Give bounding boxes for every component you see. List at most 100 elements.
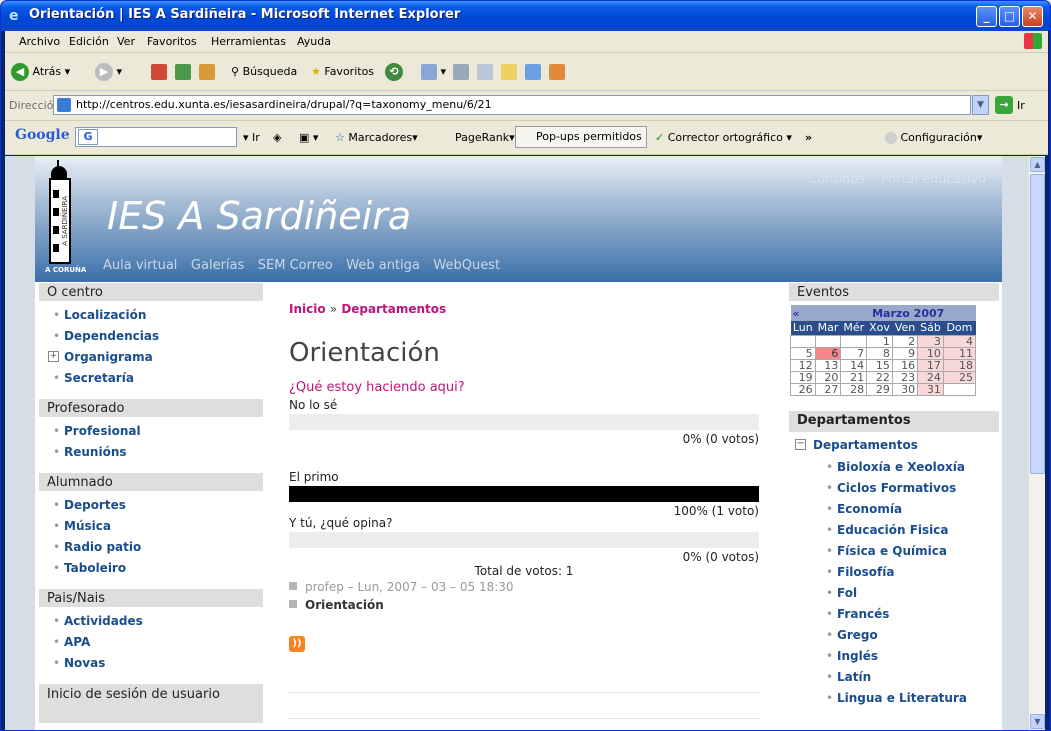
more-tools-button[interactable]: »	[805, 131, 812, 144]
go-arrow-icon[interactable]: →	[995, 96, 1013, 114]
collapse-minus-icon[interactable]: −	[795, 438, 806, 450]
menu-item-novas[interactable]: • Novas	[39, 654, 263, 675]
link-web-antiga[interactable]: Web antiga	[346, 258, 420, 273]
vertical-scrollbar[interactable]: ▲ ▼	[1028, 156, 1045, 730]
department-link[interactable]: • Grego	[789, 626, 999, 647]
calendar-day[interactable]: 5	[790, 346, 816, 360]
calendar-day[interactable]: 11	[942, 346, 977, 360]
messenger-button[interactable]	[525, 63, 541, 83]
back-button[interactable]: ◀ Atrás ▾	[11, 63, 70, 83]
department-link[interactable]: • Latín	[789, 668, 999, 689]
calendar-day[interactable]: 18	[942, 358, 977, 372]
calendar-day[interactable]: 3	[917, 334, 944, 348]
expand-plus-icon[interactable]: +	[48, 351, 59, 362]
settings-button[interactable]: Configuración▾	[885, 131, 982, 144]
stop-button[interactable]	[151, 63, 167, 83]
rss-feed-icon[interactable]: ))	[289, 636, 305, 652]
print-button[interactable]	[453, 63, 469, 83]
go-button[interactable]: Ir	[1017, 99, 1025, 112]
calendar-day[interactable]: 26	[790, 382, 816, 396]
calendar-day[interactable]: 15	[866, 358, 893, 372]
calendar-day[interactable]: 25	[942, 370, 977, 384]
minimize-button[interactable]: _	[976, 6, 997, 27]
search-button[interactable]: ⚲ Búsqueda	[231, 63, 297, 83]
link-aula-virtual[interactable]: Aula virtual	[103, 258, 177, 273]
department-link[interactable]: • Educación Fisica	[789, 521, 999, 542]
link-sem-correo[interactable]: SEM Correo	[258, 258, 333, 273]
menu-item-deportes[interactable]: • Deportes	[39, 496, 263, 517]
close-button[interactable]: ✕	[1022, 6, 1043, 27]
calendar-day[interactable]: 27	[814, 382, 842, 396]
calendar-day[interactable]: 10	[917, 346, 944, 360]
google-search-input[interactable]: G	[75, 127, 237, 147]
calendar-day[interactable]: 12	[790, 358, 816, 372]
department-link[interactable]: • Francés	[789, 605, 999, 626]
calendar-day[interactable]: 23	[891, 370, 919, 384]
menu-item-dependencias[interactable]: • Dependencias	[39, 327, 263, 348]
menu-item-organigrama[interactable]: + Organigrama	[39, 348, 263, 369]
menu-edicion[interactable]: Edición	[69, 35, 109, 48]
link-portal-educativo[interactable]: Portal educativo	[881, 172, 986, 187]
mail-button[interactable]: ▾	[421, 63, 446, 83]
google-news-icon[interactable]: ◈	[273, 131, 281, 144]
menu-item-profesional[interactable]: • Profesional	[39, 422, 263, 443]
calendar-day[interactable]: 9	[891, 346, 919, 360]
calendar-day[interactable]: 29	[866, 382, 893, 396]
menu-item-taboleiro[interactable]: • Taboleiro	[39, 559, 263, 580]
google-pagerank-icon[interactable]: ▣ ▾	[299, 131, 318, 144]
department-link[interactable]: • Ciclos Formativos	[789, 479, 999, 500]
school-logo[interactable]: A SARDIÑEIRA	[47, 160, 77, 272]
menu-favoritos[interactable]: Favoritos	[147, 35, 197, 48]
home-button[interactable]	[199, 63, 215, 83]
favorites-button[interactable]: ★ Favoritos	[311, 63, 374, 83]
site-name[interactable]: IES A Sardiñeira	[107, 194, 411, 238]
calendar-day[interactable]: 30	[891, 382, 919, 396]
link-webquest[interactable]: WebQuest	[433, 258, 500, 273]
menu-item-actividades[interactable]: • Actividades	[39, 612, 263, 633]
link-contidos[interactable]: Contidos	[808, 172, 865, 187]
maximize-button[interactable]: □	[999, 6, 1020, 27]
calendar-day[interactable]: 20	[814, 370, 842, 384]
department-link[interactable]: • Filosofía	[789, 563, 999, 584]
breadcrumb-departamentos[interactable]: Departamentos	[341, 302, 446, 316]
departments-root[interactable]: − Departamentos	[789, 436, 999, 458]
refresh-button[interactable]	[175, 63, 191, 83]
calendar-day[interactable]: 16	[891, 358, 919, 372]
menu-item-musica[interactable]: • Música	[39, 517, 263, 538]
forward-button[interactable]: ▶ ▾	[95, 63, 122, 83]
address-input[interactable]: http://centros.edu.xunta.es/iesasardinei…	[53, 95, 971, 115]
history-button[interactable]: ⟲	[385, 63, 403, 83]
menu-item-secretaria[interactable]: • Secretaría	[39, 369, 263, 390]
bookmarks-button[interactable]: ☆ Marcadores▾	[335, 131, 418, 144]
calendar-day[interactable]: 4	[942, 334, 977, 348]
calendar-day[interactable]: 19	[790, 370, 816, 384]
address-dropdown-button[interactable]: ▼	[972, 95, 989, 115]
calendar-day[interactable]: 2	[891, 334, 919, 348]
menu-ver[interactable]: Ver	[117, 35, 135, 48]
taxonomy-term[interactable]: Orientación	[289, 598, 384, 612]
spell-check-button[interactable]: ✓ Corrector ortográfico ▾	[655, 131, 792, 144]
poll-question[interactable]: ¿Qué estoy haciendo aqui?	[289, 380, 465, 395]
department-link[interactable]: • Fol	[789, 584, 999, 605]
edit-button[interactable]	[477, 63, 493, 83]
menu-herramientas[interactable]: Herramientas	[211, 35, 286, 48]
google-go-button[interactable]: ▾ Ir	[243, 131, 260, 144]
menu-ayuda[interactable]: Ayuda	[297, 35, 331, 48]
scroll-down-arrow-icon[interactable]: ▼	[1030, 714, 1045, 729]
menu-archivo[interactable]: Archivo	[19, 35, 60, 48]
calendar-day[interactable]: 8	[866, 346, 893, 360]
department-link[interactable]: • Física e Química	[789, 542, 999, 563]
department-link[interactable]: • Lingua e Literatura	[789, 689, 999, 710]
menu-item-reunions[interactable]: • Reunións	[39, 443, 263, 464]
scroll-thumb[interactable]	[1030, 174, 1045, 474]
calendar-day[interactable]: 31	[917, 382, 944, 396]
calendar-day[interactable]: 13	[814, 358, 842, 372]
calendar-day[interactable]: 17	[917, 358, 944, 372]
popups-allowed-button[interactable]: Pop-ups permitidos	[515, 126, 647, 148]
calendar-day[interactable]: 22	[866, 370, 893, 384]
menu-item-apa[interactable]: • APA	[39, 633, 263, 654]
calendar-day[interactable]: 21	[840, 370, 868, 384]
calendar-day[interactable]: 14	[840, 358, 868, 372]
calendar-day[interactable]: 1	[866, 334, 893, 348]
discuss-button[interactable]	[501, 63, 517, 83]
